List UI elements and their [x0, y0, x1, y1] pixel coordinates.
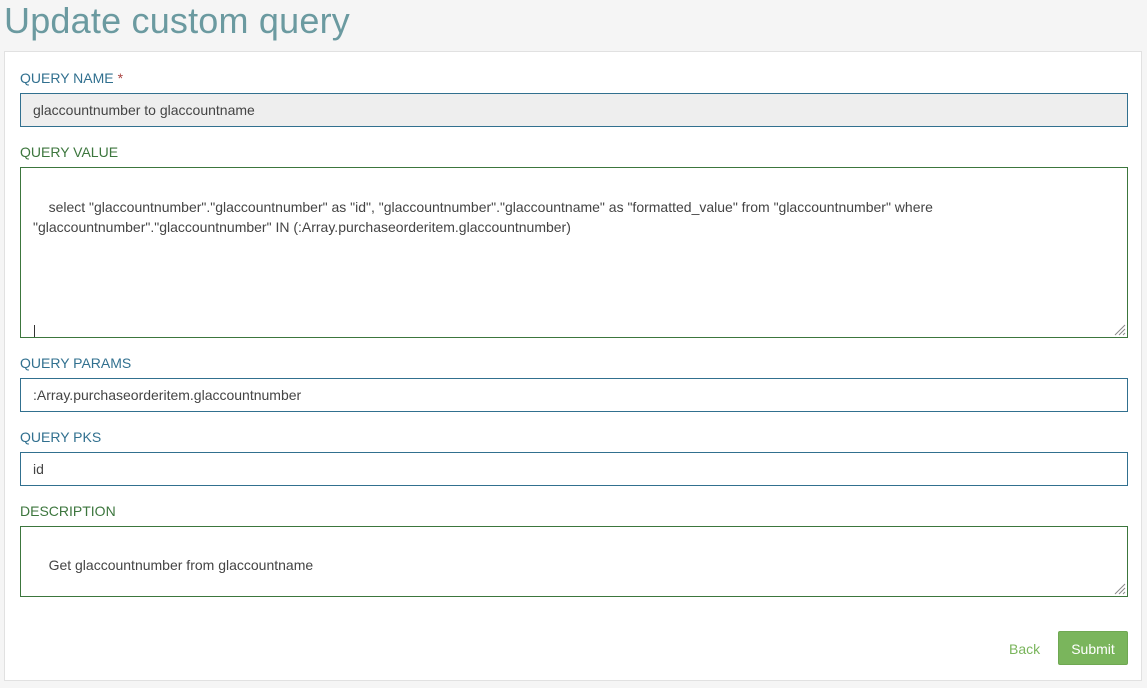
back-button[interactable]: Back — [1009, 632, 1040, 666]
query-name-label-text: QUERY NAME — [20, 70, 114, 86]
resize-grip-icon[interactable] — [1112, 322, 1126, 336]
required-marker: * — [117, 70, 124, 86]
query-params-input[interactable]: :Array.purchaseorderitem.glaccountnumber — [20, 378, 1128, 412]
query-value-label: QUERY VALUE — [20, 144, 119, 160]
query-value-textarea[interactable]: select "glaccountnumber"."glaccountnumbe… — [20, 167, 1128, 338]
text-caret — [34, 325, 35, 337]
page-title: Update custom query — [4, 0, 350, 41]
query-pks-input[interactable]: id — [20, 452, 1128, 486]
description-textarea[interactable]: Get glaccountnumber from glaccountname — [20, 526, 1128, 597]
query-value-text: select "glaccountnumber"."glaccountnumbe… — [33, 199, 937, 235]
form-panel: QUERY NAME * glaccountnumber to glaccount… — [4, 51, 1142, 681]
submit-button[interactable]: Submit — [1058, 631, 1128, 665]
description-label: DESCRIPTION — [20, 503, 116, 519]
query-name-input[interactable]: glaccountnumber to glaccountname — [20, 93, 1128, 127]
query-name-label: QUERY NAME * — [20, 70, 123, 86]
description-text: Get glaccountnumber from glaccountname — [48, 557, 314, 573]
query-params-label: QUERY PARAMS — [20, 355, 132, 371]
query-pks-label: QUERY PKS — [20, 429, 102, 445]
resize-grip-icon[interactable] — [1112, 581, 1126, 595]
